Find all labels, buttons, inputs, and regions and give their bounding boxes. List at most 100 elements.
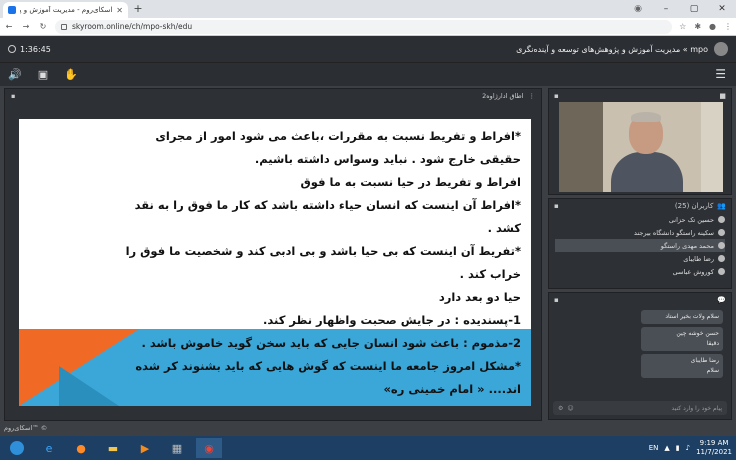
user-list-item[interactable]: کوروش عباسی (555, 265, 725, 278)
chat-message-line: دقیقا (706, 340, 719, 347)
chat-message-line: رضا طایبای (690, 357, 719, 364)
user-name: رضا طایبای (683, 254, 714, 263)
slide: *افراط و تفریط نسبت به مقررات ،باعث می ش… (19, 119, 531, 406)
user-icon (718, 242, 725, 249)
webcam-video (559, 102, 723, 192)
slide-line: *افراط و تفریط نسبت به مقررات ،باعث می ش… (155, 129, 521, 143)
user-list-item[interactable]: رضا طایبای (555, 252, 725, 265)
start-button[interactable] (4, 438, 30, 458)
system-clock[interactable]: 9:19 AM 11/7/2021 (696, 439, 732, 457)
new-tab-button[interactable]: + (132, 3, 144, 15)
browser-tab[interactable]: اسکای‌روم - مدیریت آموزش و پژوه... ✕ (3, 2, 128, 18)
video-collapse-icon[interactable]: ▪ (554, 92, 559, 100)
media-player-icon[interactable]: ▶ (132, 438, 158, 458)
video-panel: ▪ ■ (548, 88, 732, 195)
app-icon[interactable]: ▦ (164, 438, 190, 458)
system-tray: EN ▲ ▮ ♪ 9:19 AM 11/7/2021 (649, 436, 732, 460)
browser-tab-bar: اسکای‌روم - مدیریت آموزش و پژوه... ✕ + ◉… (0, 0, 736, 18)
app-header: 1:36:45 mpo » مدیریت آموزش و پژوهش‌های ت… (0, 36, 736, 62)
slide-line: کشد . (487, 221, 521, 235)
slide-text: *افراط و تفریط نسبت به مقررات ،باعث می ش… (33, 125, 521, 401)
close-window-button[interactable]: ✕ (708, 0, 736, 18)
lock-icon (61, 23, 67, 30)
presentation-header: ▪ اطاق ادارژاوه2 ⋮ (5, 89, 541, 103)
user-list: حسین تک حزانی سکینه راستگو دانشگاه بیرجند… (549, 213, 731, 278)
emoji-icon[interactable]: ☺ (567, 405, 573, 412)
presentation-collapse-icon[interactable]: ▪ (11, 92, 15, 100)
user-icon (718, 255, 725, 262)
close-tab-icon[interactable]: ✕ (116, 6, 123, 15)
user-icon (718, 216, 725, 223)
slide-line: 1-پسندیده : در جایش صحبت واظهار نظر کند. (262, 313, 521, 327)
slide-line: افراط و تفریط در حیا نسبت به ما فوق (300, 175, 521, 189)
hamburger-menu-icon[interactable]: ☰ (715, 67, 726, 81)
chat-placeholder: پیام خود را وارد کنید (671, 404, 722, 412)
profile-icon[interactable]: ◉ (624, 0, 652, 18)
slide-line: *تفریط آن اینست که بی حیا باشد و بی ادبی… (125, 244, 521, 258)
clock-date: 11/7/2021 (696, 448, 732, 456)
minimize-button[interactable]: – (652, 0, 680, 18)
slide-line: *افراط آن اینست که انسان حیاء داشته باشد… (134, 198, 521, 212)
user-list-item[interactable]: محمد مهدی راستگو (555, 239, 725, 252)
user-icon (718, 268, 725, 275)
users-panel: ▪ کاربران (25) 👥 حسین تک حزانی سکینه راست… (548, 198, 732, 289)
language-indicator[interactable]: EN (649, 444, 659, 452)
chat-icon: 💬 (717, 296, 726, 304)
user-name: حسین تک حزانی (668, 215, 714, 224)
presentation-panel: ▪ اطاق ادارژاوه2 ⋮ *افراط و تفریط نسبت ب… (4, 88, 542, 421)
star-icon[interactable]: ☆ (679, 22, 686, 31)
browser-menu-icon[interactable]: ⋮ (724, 22, 732, 31)
room-avatar (714, 42, 728, 56)
speaker-icon[interactable]: 🔊 (8, 68, 22, 81)
volume-icon[interactable]: ♪ (686, 444, 690, 452)
user-list-item[interactable]: سکینه راستگو دانشگاه بیرجند (555, 226, 725, 239)
firefox-icon[interactable]: ● (68, 438, 94, 458)
window-controls: ◉ – ▢ ✕ (624, 0, 736, 18)
users-title: کاربران (25) (674, 202, 714, 210)
ie-icon[interactable]: e (36, 438, 62, 458)
chat-message: سلام ولات بخیر استاد (641, 310, 723, 324)
windows-logo-icon (10, 441, 24, 455)
slide-line: حقیقی خارج شود . نباید وسواس داشته باشیم… (254, 152, 521, 166)
settings-icon[interactable]: ⚙ (558, 405, 563, 412)
slide-line: خراب کند . (459, 267, 521, 281)
address-bar: ← → ↻ skyroom.online/ch/mpo-skh/edu ☆ ✱ … (0, 18, 736, 36)
chat-message-line: سلام ولات بخیر استاد (665, 313, 719, 320)
room-title: mpo » مدیریت آموزش و پژوهش‌های توسعه و آ… (516, 42, 728, 56)
account-icon[interactable]: ● (709, 22, 716, 31)
user-list-item[interactable]: حسین تک حزانی (555, 213, 725, 226)
forward-icon[interactable]: → (21, 22, 31, 31)
file-explorer-icon[interactable]: ▬ (100, 438, 126, 458)
footer-brand: اسکای‌روم™ © (4, 424, 48, 432)
windows-taskbar: e ● ▬ ▶ ▦ ◉ EN ▲ ▮ ♪ 9:19 AM 11/7/2021 (0, 436, 736, 460)
chat-message-line: حسن خوشه چین (676, 330, 719, 337)
presentation-menu-icon[interactable]: ⋮ (529, 92, 536, 100)
network-icon[interactable]: ▮ (676, 444, 680, 452)
extensions-icon[interactable]: ✱ (694, 22, 701, 31)
reload-icon[interactable]: ↻ (38, 22, 48, 31)
users-icon: 👥 (717, 202, 726, 210)
url-text: skyroom.online/ch/mpo-skh/edu (72, 22, 193, 31)
camera-icon: ■ (719, 92, 726, 100)
users-panel-header: ▪ کاربران (25) 👥 (549, 199, 731, 213)
back-icon[interactable]: ← (4, 22, 14, 31)
timer-text: 1:36:45 (20, 44, 51, 54)
url-field[interactable]: skyroom.online/ch/mpo-skh/edu (55, 19, 673, 34)
raise-hand-icon[interactable]: ✋ (64, 68, 78, 81)
screen-icon[interactable]: ▣ (38, 68, 48, 81)
user-name: محمد مهدی راستگو (660, 241, 714, 250)
tray-arrow-icon[interactable]: ▲ (664, 444, 669, 452)
chrome-icon[interactable]: ◉ (196, 438, 222, 458)
user-name: کوروش عباسی (672, 267, 714, 276)
chat-collapse-icon[interactable]: ▪ (554, 296, 559, 304)
user-icon (718, 229, 725, 236)
chat-message: رضا طایبای سلام (641, 354, 723, 378)
clock-icon (8, 45, 16, 53)
maximize-button[interactable]: ▢ (680, 0, 708, 18)
room-title-text: mpo » مدیریت آموزش و پژوهش‌های توسعه و آ… (516, 44, 708, 54)
chat-panel: ▪ 💬 سلام ولات بخیر استاد حسن خوشه چین دقیق… (548, 292, 732, 420)
chat-panel-header: ▪ 💬 (549, 293, 731, 307)
chat-input[interactable]: ⚙ ☺ پیام خود را وارد کنید (553, 401, 727, 415)
users-collapse-icon[interactable]: ▪ (554, 202, 559, 210)
chat-message-line: سلام (706, 367, 719, 374)
